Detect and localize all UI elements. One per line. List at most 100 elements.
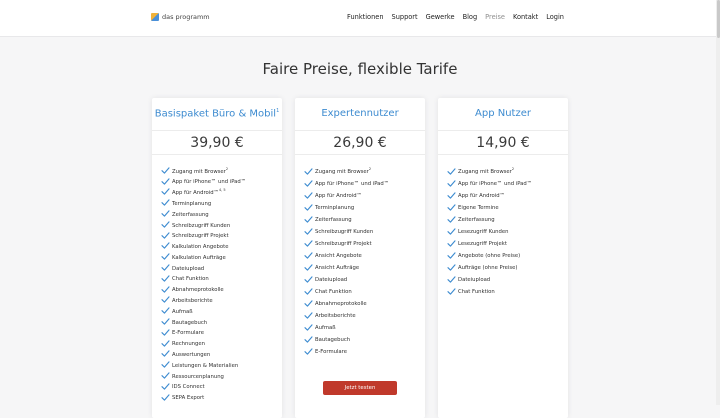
nav-item-kontakt[interactable]: Kontakt <box>513 13 538 21</box>
nav-item-blog[interactable]: Blog <box>463 13 478 21</box>
plan-title: Basispaket Büro & Mobil1 <box>152 108 282 119</box>
check-icon <box>304 227 313 235</box>
check-icon <box>161 372 170 379</box>
feature-label: IDS Connect <box>172 382 205 390</box>
feature-label: Zugang mit Browser2 <box>315 167 371 175</box>
feature-label: Schreibzugriff Kunden <box>315 227 373 235</box>
feature-text: Schreibzugriff Kunden <box>315 228 374 235</box>
feature-label: Arbeitsberichte <box>315 311 356 319</box>
feature-label: Aufträge (ohne Preise) <box>458 263 518 271</box>
feature-item: App für Android™ <box>304 189 389 201</box>
feature-text: Ansicht Angebote <box>315 252 362 259</box>
feature-item: Dateiupload <box>304 273 389 285</box>
feature-item: Angebote (ohne Preise) <box>447 249 532 261</box>
feature-item: Kalkulation Aufträge <box>161 251 246 262</box>
check-icon <box>304 179 313 187</box>
feature-label: App für iPhone™ und iPad™ <box>172 177 246 185</box>
feature-text: Auswertungen <box>172 351 211 358</box>
feature-text: Schreibzugriff Kunden <box>172 222 231 229</box>
check-icon <box>447 203 456 211</box>
nav-item-gewerke[interactable]: Gewerke <box>426 13 455 21</box>
feature-item: Chat Funktion <box>447 285 532 297</box>
feature-item: Terminplanung <box>161 197 246 208</box>
feature-label: SEPA Export <box>172 393 204 401</box>
feature-label: Lesezugriff Kunden <box>458 227 509 235</box>
feature-item: App für iPhone™ und iPad™ <box>304 177 389 189</box>
feature-text: E-Formulare <box>172 330 204 337</box>
feature-text: Terminplanung <box>315 204 355 211</box>
feature-text: Zugang mit Browser <box>315 168 369 175</box>
feature-label: Chat Funktion <box>458 287 495 295</box>
feature-text: Terminplanung <box>172 200 212 207</box>
logo-text: das programm <box>162 13 210 21</box>
check-icon <box>161 296 170 304</box>
plan-title-text: Expertennutzer <box>321 108 399 119</box>
check-icon <box>304 347 313 355</box>
nav-item-funktionen[interactable]: Funktionen <box>347 13 383 21</box>
feature-text: Zeiterfassung <box>172 211 209 218</box>
check-icon <box>161 231 170 239</box>
plan-title: Expertennutzer <box>295 108 425 119</box>
check-icon <box>304 215 313 223</box>
check-icon <box>304 239 313 247</box>
pricing-card-basis: Basispaket Büro & Mobil1 39,90 € Zugang … <box>152 98 282 418</box>
feature-text: Bautagebuch <box>315 336 351 343</box>
feature-item: Aufmaß <box>161 305 246 316</box>
feature-item: Lesezugriff Projekt <box>447 237 532 249</box>
check-icon <box>447 251 456 259</box>
check-icon <box>304 299 313 307</box>
page-title: Faire Preise, flexible Tarife <box>262 60 458 78</box>
feature-text: Arbeitsberichte <box>172 297 213 304</box>
feature-text: App für iPhone™ und iPad™ <box>315 180 390 187</box>
feature-label: Terminplanung <box>315 203 354 211</box>
feature-item: Dateiupload <box>161 262 246 273</box>
feature-text: Abnahmeprotokolle <box>172 287 224 294</box>
check-icon <box>304 191 313 199</box>
feature-item: Aufträge (ohne Preise) <box>447 261 532 273</box>
feature-text: Chat Funktion <box>458 288 495 295</box>
check-icon <box>161 188 170 196</box>
feature-label: Eigene Termine <box>458 203 499 211</box>
logo-icon <box>151 13 159 21</box>
check-icon <box>447 215 456 223</box>
feature-item: Dateiupload <box>447 273 532 285</box>
check-icon <box>304 287 313 295</box>
feature-label: Aufmaß <box>315 323 336 331</box>
check-icon <box>161 350 170 358</box>
feature-item: Zugang mit Browser2 <box>161 165 246 176</box>
check-icon <box>161 307 170 314</box>
nav-item-support[interactable]: Support <box>392 13 418 21</box>
nav-item-login[interactable]: Login <box>546 13 564 21</box>
feature-item: IDS Connect <box>161 381 246 392</box>
feature-item: Zeiterfassung <box>161 208 246 219</box>
card-divider <box>295 130 425 131</box>
nav-item-preise[interactable]: Preise <box>485 13 505 21</box>
feature-item: Abnahmeprotokolle <box>161 284 246 295</box>
feature-item: Ansicht Aufträge <box>304 261 389 273</box>
feature-text: Lesezugriff Kunden <box>458 228 509 235</box>
logo[interactable]: das programm <box>151 13 210 21</box>
feature-text: SEPA Export <box>172 395 205 402</box>
feature-text: Lesezugriff Projekt <box>458 240 507 247</box>
try-now-button[interactable]: Jetzt testen <box>323 381 397 395</box>
feature-item: Terminplanung <box>304 201 389 213</box>
check-icon <box>161 210 170 217</box>
feature-item: Ansicht Angebote <box>304 249 389 261</box>
check-icon <box>447 287 456 295</box>
feature-text: Zeiterfassung <box>315 216 352 223</box>
feature-text: Zeiterfassung <box>458 216 495 223</box>
plan-price: 14,90 € <box>476 135 530 151</box>
feature-item: Leistungen & Materialien <box>161 359 246 370</box>
feature-text: Chat Funktion <box>315 288 352 295</box>
feature-text: App für Android™ <box>172 189 219 196</box>
check-icon <box>161 199 170 206</box>
feature-item: Kalkulation Angebote <box>161 241 246 252</box>
feature-item: App für iPhone™ und iPad™ <box>161 176 246 187</box>
card-divider <box>438 154 568 155</box>
check-icon <box>304 335 313 343</box>
feature-text: Abnahmeprotokolle <box>315 300 367 307</box>
feature-label: Aufmaß <box>172 307 193 315</box>
feature-label: E-Formulare <box>172 328 204 336</box>
plan-title-text: Basispaket Büro & Mobil <box>154 108 277 120</box>
feature-label: Bautagebuch <box>172 318 207 325</box>
